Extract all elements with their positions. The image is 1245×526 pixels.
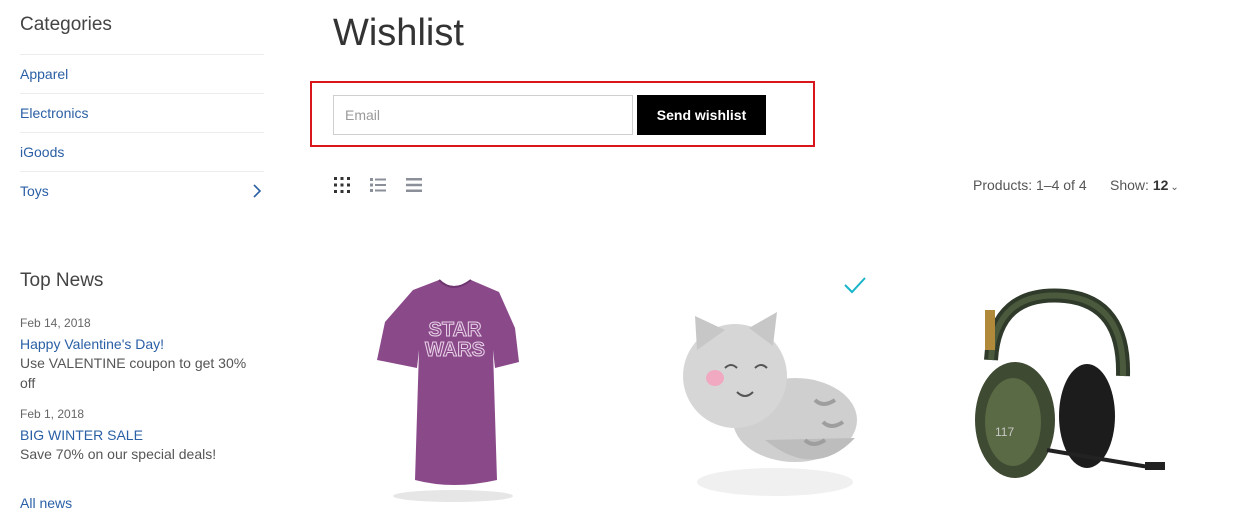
category-item-electronics[interactable]: Electronics [20, 93, 264, 132]
news-item: Feb 1, 2018 BIG WINTER SALE Save 70% on … [20, 407, 264, 464]
view-mode-toggle [333, 176, 423, 194]
product-card[interactable]: STAR WARS [365, 250, 575, 521]
news-date: Feb 1, 2018 [20, 407, 85, 421]
top-news-title: Top News [20, 270, 104, 291]
all-news-link[interactable]: All news [20, 495, 72, 511]
plush-cat-product-image[interactable] [665, 250, 875, 521]
table-view-icon[interactable] [405, 176, 423, 194]
product-card[interactable]: 117 [955, 250, 1165, 521]
category-item-apparel[interactable]: Apparel [20, 54, 264, 93]
send-wishlist-button[interactable]: Send wishlist [637, 95, 766, 135]
show-label: Show: [1110, 177, 1149, 193]
category-label: Toys [20, 183, 49, 199]
category-label: iGoods [20, 144, 65, 160]
headset-product-image[interactable]: 117 [955, 250, 1165, 521]
svg-text:WARS: WARS [425, 339, 485, 361]
product-card[interactable] [665, 250, 875, 521]
show-value: 12 [1152, 177, 1169, 193]
news-item: Feb 14, 2018 Happy Valentine's Day! Use … [20, 316, 264, 393]
show-per-page-select[interactable]: Show: 12 ⌄ [1110, 177, 1179, 193]
list-view-icon[interactable] [369, 176, 387, 194]
categories-title: Categories [20, 14, 112, 35]
email-field[interactable] [333, 95, 633, 135]
news-description: Use VALENTINE coupon to get 30% off [20, 355, 247, 391]
tshirt-product-image[interactable]: STAR WARS [365, 250, 575, 521]
news-headline-link[interactable]: BIG WINTER SALE [20, 426, 264, 444]
chevron-right-icon[interactable] [252, 184, 262, 198]
news-headline-link[interactable]: Happy Valentine's Day! [20, 335, 264, 353]
category-list: Apparel Electronics iGoods Toys [20, 54, 264, 210]
products-count: Products: 1–4 of 4 [973, 177, 1087, 193]
svg-text:STAR: STAR [429, 319, 483, 341]
grid-view-icon[interactable] [333, 176, 351, 194]
category-label: Apparel [20, 66, 69, 82]
svg-text:117: 117 [995, 425, 1014, 439]
category-item-toys[interactable]: Toys [20, 171, 264, 210]
page-title: Wishlist [333, 12, 464, 54]
chevron-down-icon: ⌄ [1170, 182, 1179, 193]
news-date: Feb 14, 2018 [20, 316, 91, 330]
category-item-igoods[interactable]: iGoods [20, 132, 264, 171]
news-description: Save 70% on our special deals! [20, 446, 217, 462]
category-label: Electronics [20, 105, 89, 121]
